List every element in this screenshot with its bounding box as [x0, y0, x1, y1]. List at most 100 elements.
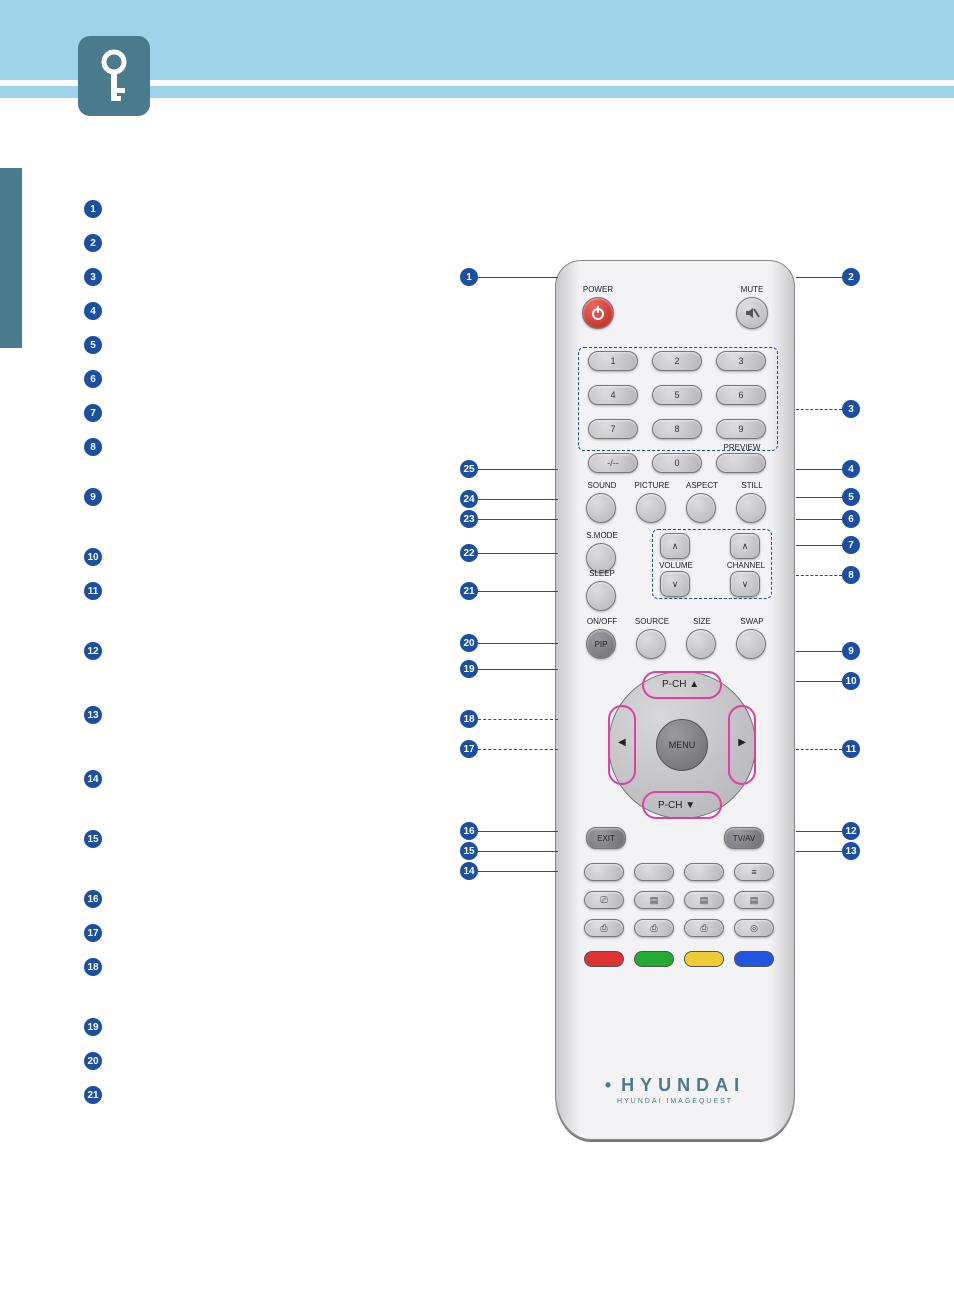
blue-button[interactable] — [734, 951, 774, 967]
list-number-4: 4 — [84, 302, 102, 320]
callout-2: 2 — [842, 268, 860, 286]
callout-7: 7 — [842, 536, 860, 554]
numpad-8[interactable]: 8 — [652, 419, 702, 439]
list-number-14: 14 — [84, 770, 102, 788]
channel-up-button[interactable]: ∧ — [730, 533, 760, 559]
list-number-3: 3 — [84, 268, 102, 286]
list-number-17: 17 — [84, 924, 102, 942]
list-number-7: 7 — [84, 404, 102, 422]
callout-line-2 — [796, 277, 842, 278]
onoff-label: ON/OFF — [580, 617, 624, 626]
feature-item-2: 2 — [84, 234, 444, 252]
aspect-button[interactable] — [686, 493, 716, 523]
key-icon — [94, 48, 134, 104]
callout-line-7 — [796, 545, 842, 546]
numpad-9[interactable]: 9 — [716, 419, 766, 439]
list-number-1: 1 — [84, 200, 102, 218]
callout-line-1 — [478, 277, 558, 278]
callout-line-22 — [478, 553, 558, 554]
menu-button[interactable]: MENU — [656, 719, 708, 771]
sleep-button[interactable] — [586, 581, 616, 611]
callout-16: 16 — [460, 822, 478, 840]
list-number-20: 20 — [84, 1052, 102, 1070]
callout-line-12 — [796, 831, 842, 832]
callout-22: 22 — [460, 544, 478, 562]
callout-3: 3 — [842, 400, 860, 418]
dpad-right[interactable]: ▶ — [738, 737, 746, 748]
numpad-6[interactable]: 6 — [716, 385, 766, 405]
yellow-button[interactable] — [684, 951, 724, 967]
source-label: SOURCE — [630, 617, 674, 626]
numpad-3[interactable]: 3 — [716, 351, 766, 371]
extra-btn-8[interactable]: ▤ — [734, 891, 774, 909]
volume-down-button[interactable]: ∨ — [660, 571, 690, 597]
extra-btn-6[interactable]: ▤ — [634, 891, 674, 909]
numpad-2[interactable]: 2 — [652, 351, 702, 371]
pip-onoff-button[interactable]: PIP — [586, 629, 616, 659]
smode-label: S.MODE — [580, 531, 624, 540]
extra-btn-11[interactable]: ⎙ — [684, 919, 724, 937]
numpad-1[interactable]: 1 — [588, 351, 638, 371]
picture-button[interactable] — [636, 493, 666, 523]
sleep-label: SLEEP — [580, 569, 624, 578]
channel-down-button[interactable]: ∨ — [730, 571, 760, 597]
callout-17: 17 — [460, 740, 478, 758]
list-number-9: 9 — [84, 488, 102, 506]
still-button[interactable] — [736, 493, 766, 523]
still-label: STILL — [730, 481, 774, 490]
extra-btn-9[interactable]: ⎙ — [584, 919, 624, 937]
numpad-7[interactable]: 7 — [588, 419, 638, 439]
list-number-16: 16 — [84, 890, 102, 908]
preview-button[interactable] — [716, 453, 766, 473]
exit-button[interactable]: EXIT — [586, 827, 626, 849]
red-button[interactable] — [584, 951, 624, 967]
callout-line-14 — [478, 871, 558, 872]
callout-10: 10 — [842, 672, 860, 690]
dpad-left[interactable]: ◀ — [618, 737, 626, 748]
extra-btn-2[interactable] — [634, 863, 674, 881]
dpad-up[interactable]: P-CH ▲ — [662, 679, 699, 690]
extra-btn-1[interactable] — [584, 863, 624, 881]
dpad-down[interactable]: P-CH ▼ — [658, 800, 695, 811]
callout-line-9 — [796, 651, 842, 652]
extra-btn-3[interactable] — [684, 863, 724, 881]
callout-21: 21 — [460, 582, 478, 600]
callout-line-15 — [478, 851, 558, 852]
volume-up-button[interactable]: ∧ — [660, 533, 690, 559]
mute-label: MUTE — [732, 285, 772, 294]
callout-23: 23 — [460, 510, 478, 528]
pip-source-button[interactable] — [636, 629, 666, 659]
mute-button[interactable] — [736, 297, 768, 329]
extra-btn-10[interactable]: ⎙ — [634, 919, 674, 937]
feature-item-12: 12 — [84, 642, 444, 660]
green-button[interactable] — [634, 951, 674, 967]
callout-13: 13 — [842, 842, 860, 860]
pip-swap-button[interactable] — [736, 629, 766, 659]
list-number-10: 10 — [84, 548, 102, 566]
feature-item-6: 6 — [84, 370, 444, 388]
callout-14: 14 — [460, 862, 478, 880]
numpad-5[interactable]: 5 — [652, 385, 702, 405]
zero-button[interactable]: 0 — [652, 453, 702, 473]
callout-25: 25 — [460, 460, 478, 478]
feature-item-4: 4 — [84, 302, 444, 320]
extra-btn-4[interactable]: ≡ — [734, 863, 774, 881]
pip-size-button[interactable] — [686, 629, 716, 659]
list-number-11: 11 — [84, 582, 102, 600]
dash-button[interactable]: -/-- — [588, 453, 638, 473]
extra-btn-12[interactable]: ◎ — [734, 919, 774, 937]
list-number-12: 12 — [84, 642, 102, 660]
power-button[interactable] — [582, 297, 614, 329]
list-number-21: 21 — [84, 1086, 102, 1104]
callout-1: 1 — [460, 268, 478, 286]
list-number-8: 8 — [84, 438, 102, 456]
tvav-button[interactable]: TV/AV — [724, 827, 764, 849]
extra-btn-7[interactable]: ▤ — [684, 891, 724, 909]
feature-item-16: 16 — [84, 890, 444, 908]
callout-line-21 — [478, 591, 558, 592]
numpad-4[interactable]: 4 — [588, 385, 638, 405]
extra-btn-5[interactable]: ⎚ — [584, 891, 624, 909]
callout-line-6 — [796, 519, 842, 520]
list-number-19: 19 — [84, 1018, 102, 1036]
sound-button[interactable] — [586, 493, 616, 523]
